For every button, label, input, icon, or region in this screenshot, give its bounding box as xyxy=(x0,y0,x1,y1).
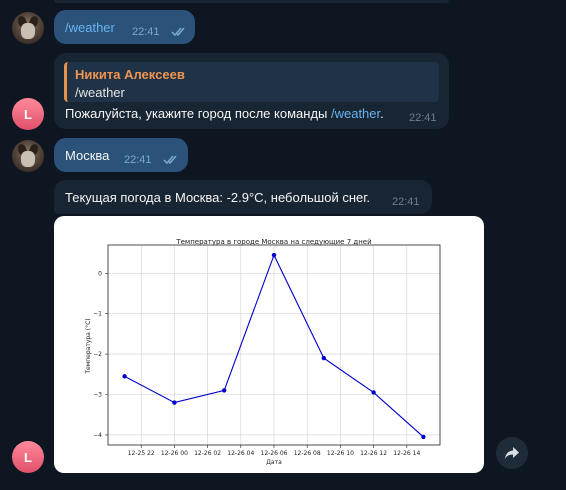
message-time: 22:41 xyxy=(132,26,160,38)
temperature-point xyxy=(222,388,227,393)
y-tick-label: −4 xyxy=(93,432,102,439)
temperature-point xyxy=(421,434,426,440)
y-axis-label: Температура (°C) xyxy=(85,318,92,374)
temperature-point xyxy=(122,374,127,379)
message-text: Пожалуйста, укажите город после команды xyxy=(65,106,331,121)
x-tick-label: 12-26 04 xyxy=(227,450,254,457)
y-tick-label: −3 xyxy=(93,391,102,398)
outgoing-message[interactable]: /weather 22:41 xyxy=(54,10,195,44)
y-tick-label: 0 xyxy=(98,270,102,277)
temperature-point xyxy=(172,400,177,405)
reply-quote[interactable]: Никита Алексеев /weather xyxy=(64,62,439,102)
x-tick-label: 12-26 08 xyxy=(294,450,321,457)
message-text: Москва xyxy=(65,148,110,163)
message-time: 22:41 xyxy=(392,196,420,208)
x-tick-label: 12-26 02 xyxy=(194,450,221,457)
message-time: 22:41 xyxy=(124,154,152,166)
double-check-icon xyxy=(163,155,177,165)
share-button[interactable] xyxy=(496,437,528,469)
message-text[interactable]: /weather xyxy=(65,20,115,35)
share-arrow-icon xyxy=(505,447,519,459)
user-avatar[interactable] xyxy=(12,140,44,172)
bot-avatar[interactable]: L xyxy=(12,441,44,473)
x-tick-label: 12-26 06 xyxy=(261,450,288,457)
bot-avatar[interactable]: L xyxy=(12,98,44,130)
temperature-chart: Температура в городе Москва на следующие… xyxy=(85,238,441,466)
message-text: Текущая погода в Москва: -2.9°C, небольш… xyxy=(65,190,371,205)
message-text-end: . xyxy=(380,106,384,121)
x-axis-label: Дата xyxy=(266,459,282,466)
incoming-message[interactable]: Текущая погода в Москва: -2.9°C, небольш… xyxy=(54,180,432,214)
x-tick-label: 12-26 00 xyxy=(161,450,188,457)
y-tick-label: −2 xyxy=(93,351,102,358)
y-tick-label: −1 xyxy=(93,311,102,318)
chart-image-message[interactable]: Температура в городе Москва на следующие… xyxy=(54,216,484,473)
reply-text: /weather xyxy=(75,85,125,100)
temperature-point xyxy=(321,355,326,361)
outgoing-message[interactable]: Москва 22:41 xyxy=(54,138,188,172)
message-time: 22:41 xyxy=(409,112,437,124)
temperature-point xyxy=(371,390,376,395)
x-tick-label: 12-26 14 xyxy=(393,450,420,457)
user-avatar[interactable] xyxy=(12,12,44,44)
previous-message-edge xyxy=(54,0,449,3)
x-tick-label: 12-25 22 xyxy=(128,450,155,457)
temperature-point xyxy=(271,252,277,258)
x-tick-label: 12-26 12 xyxy=(360,450,387,457)
x-tick-label: 12-26 10 xyxy=(327,450,354,457)
reply-author-name: Никита Алексеев xyxy=(75,67,185,82)
double-check-icon xyxy=(171,27,185,37)
command-link[interactable]: /weather xyxy=(331,106,380,121)
message-body: Пожалуйста, укажите город после команды … xyxy=(65,106,384,121)
incoming-message[interactable]: Никита Алексеев /weather Пожалуйста, ука… xyxy=(54,53,449,129)
